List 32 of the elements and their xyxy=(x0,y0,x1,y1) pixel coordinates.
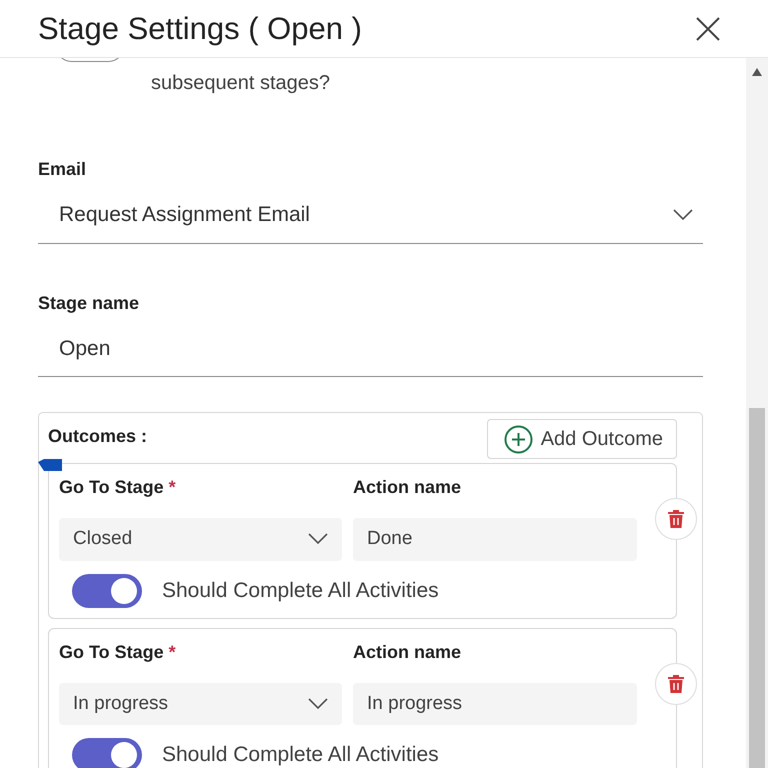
chevron-down-icon xyxy=(673,208,693,221)
toggle-label: Should Complete All Activities xyxy=(162,578,439,604)
stage-name-field[interactable]: Open xyxy=(38,326,703,377)
email-dropdown[interactable]: Request Assignment Email xyxy=(38,193,703,244)
field-label: Go To Stage * xyxy=(59,476,177,499)
delete-button[interactable] xyxy=(655,498,697,540)
toggle-switch[interactable] xyxy=(72,738,142,768)
field-label: Stage name xyxy=(38,292,140,315)
scroll-up-icon[interactable] xyxy=(752,68,762,76)
add-outcome-button[interactable]: Add Outcome xyxy=(486,419,677,459)
scrollbar-thumb[interactable] xyxy=(749,408,765,768)
tab-marker-icon xyxy=(38,459,62,471)
scrollbar[interactable] xyxy=(746,58,768,768)
toggle-switch[interactable] xyxy=(72,574,142,608)
action-name-field[interactable]: Done xyxy=(353,518,637,560)
trash-icon xyxy=(667,674,685,694)
chevron-down-icon xyxy=(308,698,328,710)
field-label: Action name xyxy=(353,640,462,664)
trash-icon xyxy=(667,509,685,529)
action-name-field[interactable]: In progress xyxy=(353,682,637,725)
field-label: Action name xyxy=(353,476,462,499)
chevron-down-icon xyxy=(308,533,328,546)
outcomes-label: Outcomes : xyxy=(48,424,148,448)
stage-dropdown[interactable]: In progress xyxy=(59,682,342,725)
stage-dropdown[interactable]: Closed xyxy=(59,518,342,560)
dialog-title: Stage Settings ( Open ) xyxy=(38,10,362,48)
field-label: Go To Stage * xyxy=(59,640,177,664)
delete-button[interactable] xyxy=(655,662,697,704)
option-text: subsequent stages? xyxy=(151,71,330,96)
toggle-label: Should Complete All Activities xyxy=(162,742,439,768)
field-label: Email xyxy=(38,158,88,181)
plus-circle-icon xyxy=(504,424,533,454)
